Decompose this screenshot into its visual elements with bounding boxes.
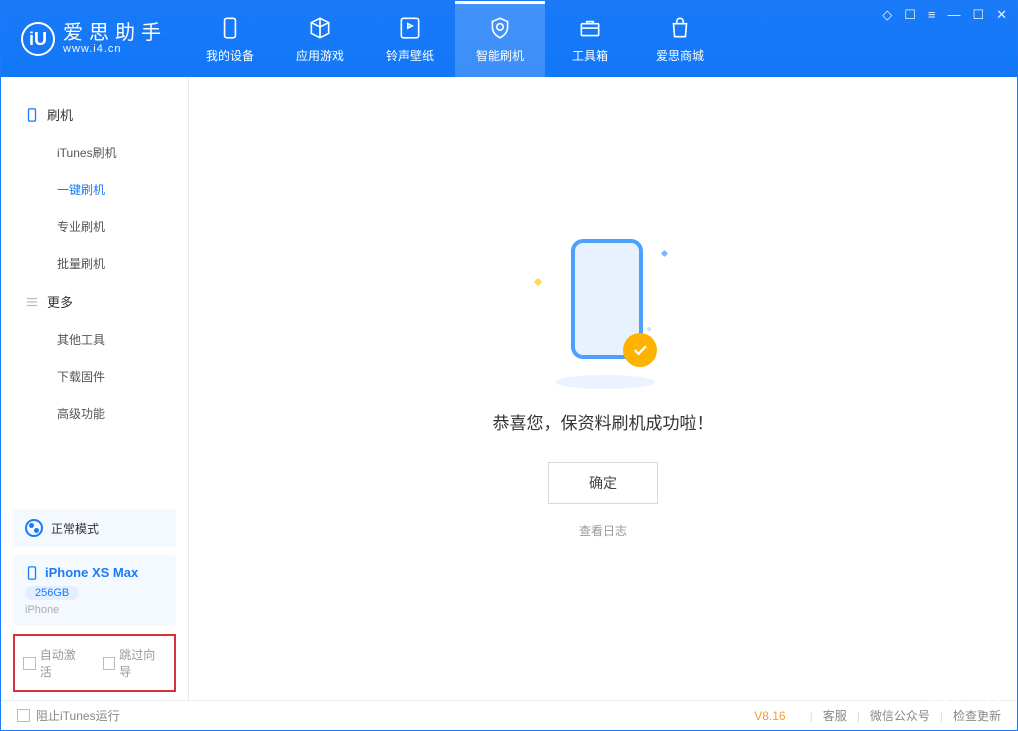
sidebar-item[interactable]: 一键刷机 — [1, 171, 188, 208]
support-link[interactable]: 客服 — [823, 707, 847, 724]
device-icon — [25, 108, 39, 122]
logo-icon: iU — [21, 22, 55, 56]
auto-activate-checkbox[interactable]: 自动激活 — [23, 646, 87, 680]
app-name: 爱思助手 — [63, 23, 167, 43]
sidebar-group-title: 刷机 — [47, 105, 73, 124]
success-illustration — [543, 239, 663, 389]
sidebar-item[interactable]: 其他工具 — [1, 321, 188, 358]
sidebar-item[interactable]: 下载固件 — [1, 358, 188, 395]
toolbox-icon — [577, 15, 603, 41]
sidebar-item[interactable]: 高级功能 — [1, 395, 188, 432]
device-icon — [217, 15, 243, 41]
menu-icon — [25, 295, 39, 309]
options-row: 自动激活 跳过向导 — [13, 634, 176, 692]
tab-device[interactable]: 我的设备 — [185, 1, 275, 77]
sidebar-item[interactable]: 专业刷机 — [1, 208, 188, 245]
sidebar-item[interactable]: iTunes刷机 — [1, 134, 188, 171]
sidebar-group-flash: 刷机 — [1, 95, 188, 134]
device-storage: 256GB — [25, 586, 79, 600]
tab-bag[interactable]: 爱思商城 — [635, 1, 725, 77]
sidebar-group-more: 更多 — [1, 282, 188, 321]
content-area: 恭喜您，保资料刷机成功啦！ 确定 查看日志 — [189, 77, 1017, 700]
version-label: V8.16 — [754, 709, 785, 723]
wechat-link[interactable]: 微信公众号 — [870, 707, 930, 724]
view-log-link[interactable]: 查看日志 — [579, 522, 627, 539]
app-logo: iU 爱思助手 www.i4.cn — [1, 22, 185, 56]
status-bar: 阻止iTunes运行 V8.16 | 客服 | 微信公众号 | 检查更新 — [1, 700, 1017, 730]
minimize-button[interactable]: — — [947, 7, 960, 23]
window-controls: ◇ ☐ ≡ — ☐ ✕ — [882, 7, 1007, 23]
sidebar-group-title: 更多 — [47, 292, 73, 311]
tab-cube[interactable]: 应用游戏 — [275, 1, 365, 77]
bag-icon — [667, 15, 693, 41]
mode-label: 正常模式 — [51, 520, 99, 537]
app-url: www.i4.cn — [63, 43, 167, 55]
skip-guide-checkbox[interactable]: 跳过向导 — [103, 646, 167, 680]
cube-icon — [307, 15, 333, 41]
tab-shield[interactable]: 智能刷机 — [455, 1, 545, 77]
device-name: iPhone XS Max — [45, 565, 138, 580]
sidebar: 刷机 iTunes刷机一键刷机专业刷机批量刷机 更多 其他工具下载固件高级功能 … — [1, 77, 189, 700]
music-icon — [397, 15, 423, 41]
header: iU 爱思助手 www.i4.cn 我的设备应用游戏铃声壁纸智能刷机工具箱爱思商… — [1, 1, 1017, 77]
phone-icon — [25, 566, 39, 580]
device-card[interactable]: iPhone XS Max 256GB iPhone — [13, 555, 176, 626]
ok-button[interactable]: 确定 — [548, 462, 658, 504]
tab-music[interactable]: 铃声壁纸 — [365, 1, 455, 77]
shield-icon — [487, 15, 513, 41]
sidebar-item[interactable]: 批量刷机 — [1, 245, 188, 282]
tab-toolbox[interactable]: 工具箱 — [545, 1, 635, 77]
menu-icon[interactable]: ≡ — [928, 7, 936, 23]
maximize-button[interactable]: ☐ — [972, 7, 984, 23]
mode-card[interactable]: 正常模式 — [13, 509, 176, 547]
skin-icon[interactable]: ◇ — [882, 7, 892, 23]
mode-icon — [25, 519, 43, 537]
device-type: iPhone — [25, 604, 164, 616]
block-itunes-checkbox[interactable]: 阻止iTunes运行 — [17, 707, 120, 724]
feedback-icon[interactable]: ☐ — [904, 7, 916, 23]
close-button[interactable]: ✕ — [996, 7, 1007, 23]
check-badge-icon — [623, 333, 657, 367]
success-message: 恭喜您，保资料刷机成功啦！ — [493, 409, 714, 434]
